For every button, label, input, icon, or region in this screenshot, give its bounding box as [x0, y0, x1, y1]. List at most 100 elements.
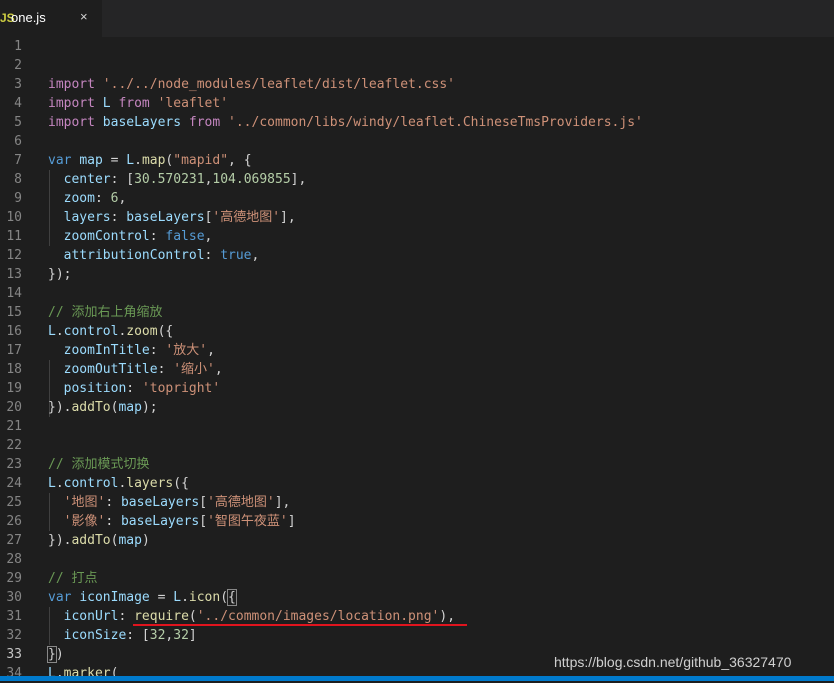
code-token: map	[141, 153, 166, 168]
code-line[interactable]: 22	[0, 436, 834, 455]
code-token: :	[105, 514, 121, 529]
code-line[interactable]: 32 iconSize: [32,32]	[0, 626, 834, 645]
code-line[interactable]: 16 L.control.zoom({	[0, 322, 834, 341]
code-text: }).addTo(map)	[48, 531, 150, 550]
line-number: 16	[6, 324, 22, 339]
line-number: 11	[6, 229, 22, 244]
line-number: 21	[6, 419, 22, 434]
code-token: =	[102, 153, 127, 168]
line-number: 25	[6, 495, 22, 510]
code-line[interactable]: 8 center: [30.570231,104.069855],	[0, 170, 834, 189]
code-text: import '../../node_modules/leaflet/dist/…	[48, 75, 455, 94]
code-line[interactable]: 9 zoom: 6,	[0, 189, 834, 208]
code-line[interactable]: 3 import '../../node_modules/leaflet/dist…	[0, 75, 834, 94]
code-token: )	[55, 647, 64, 662]
code-token: baseLayers	[120, 495, 200, 510]
line-number: 4	[14, 96, 22, 111]
close-icon[interactable]: ×	[80, 9, 88, 24]
line-number: 1	[14, 39, 22, 54]
code-line[interactable]: 27}).addTo(map)	[0, 531, 834, 550]
line-number: 2	[14, 58, 22, 73]
code-token: :	[149, 343, 166, 358]
code-line[interactable]: 2	[0, 56, 834, 75]
line-number: 12	[6, 248, 22, 263]
code-token: from	[118, 96, 158, 111]
code-token: '缩小'	[173, 362, 215, 377]
code-token: // 添加模式切换	[48, 457, 150, 472]
code-text: zoom: 6,	[48, 189, 127, 208]
code-line[interactable]: 21	[0, 417, 834, 436]
code-line[interactable]: 26 '影像': baseLayers['智图午夜蓝']	[0, 512, 834, 531]
code-editor[interactable]: 1 2 3 import '../../node_modules/leaflet/di…	[0, 37, 834, 681]
code-token: :	[105, 495, 121, 510]
code-line[interactable]: 15 // 添加右上角缩放	[0, 303, 834, 322]
code-token: [	[199, 495, 208, 510]
code-text: position: 'topright'	[48, 379, 221, 398]
code-token: false	[165, 229, 205, 244]
code-token: ({	[157, 324, 174, 339]
code-line[interactable]: 29 // 打点	[0, 569, 834, 588]
code-line[interactable]: 4 import L from 'leaflet'	[0, 94, 834, 113]
code-token: import	[48, 115, 103, 130]
code-line[interactable]: 5 import baseLayers from '../common/libs/…	[0, 113, 834, 132]
code-token: zoomControl	[48, 229, 150, 244]
code-line[interactable]: 14	[0, 284, 834, 303]
code-token: 'leaflet'	[157, 96, 229, 111]
code-token: :	[157, 362, 174, 377]
code-token: baseLayers	[102, 115, 189, 130]
line-number: 29	[6, 571, 22, 586]
code-line[interactable]: 6	[0, 132, 834, 151]
code-token: from	[188, 115, 229, 130]
code-token: ),	[439, 609, 456, 624]
code-line[interactable]: 13});	[0, 265, 834, 284]
code-line[interactable]: 1	[0, 37, 834, 56]
code-line[interactable]: 12 attributionControl: true,	[0, 246, 834, 265]
code-token: L	[48, 476, 56, 491]
red-underline-annotation	[133, 624, 467, 626]
tab-one-js[interactable]: JS one.js ×	[0, 0, 102, 37]
code-token: icon	[188, 590, 221, 605]
code-token: iconSize	[48, 628, 127, 643]
code-token: L	[102, 96, 119, 111]
code-line[interactable]: 11 zoomControl: false,	[0, 227, 834, 246]
code-token: position	[48, 381, 127, 396]
line-number: 23	[6, 457, 22, 472]
code-token: '../common/libs/windy/leaflet.ChineseTms…	[228, 115, 643, 130]
code-token: .	[55, 324, 64, 339]
code-token: true	[220, 248, 252, 263]
code-text: // 添加模式切换	[48, 455, 149, 474]
code-line[interactable]: 19 position: 'topright'	[0, 379, 834, 398]
code-line[interactable]: 28	[0, 550, 834, 569]
code-line[interactable]: 7 var map = L.map("mapid", {	[0, 151, 834, 170]
line-number: 13	[6, 267, 22, 282]
code-line[interactable]: 10 layers: baseLayers['高德地图'],	[0, 208, 834, 227]
code-token: ,	[204, 229, 213, 244]
code-token: zoomOutTitle	[48, 362, 158, 377]
line-number: 30	[6, 590, 22, 605]
line-number: 28	[6, 552, 22, 567]
code-line[interactable]: 18 zoomOutTitle: '缩小',	[0, 360, 834, 379]
line-number: 14	[6, 286, 22, 301]
code-token: '智图午夜蓝'	[207, 514, 288, 529]
code-token: ],	[274, 495, 291, 510]
code-token: '高德地图'	[207, 495, 275, 510]
code-line[interactable]: 30 var iconImage = L.icon({	[0, 588, 834, 607]
line-number: 33	[6, 647, 22, 662]
code-line[interactable]: 23 // 添加模式切换	[0, 455, 834, 474]
code-line[interactable]: 25 '地图': baseLayers['高德地图'],	[0, 493, 834, 512]
code-line[interactable]: 17 zoomInTitle: '放大',	[0, 341, 834, 360]
code-token: 30.570231	[134, 172, 205, 187]
code-text: iconSize: [32,32]	[48, 626, 197, 645]
code-token: // 添加右上角缩放	[48, 305, 163, 320]
code-line[interactable]: 24 L.control.layers({	[0, 474, 834, 493]
code-line[interactable]: 20}).addTo(map);	[0, 398, 834, 417]
code-token: control	[63, 324, 119, 339]
code-token: }).	[48, 400, 72, 415]
code-token: }).	[48, 533, 72, 548]
code-token: )	[141, 533, 150, 548]
code-token: ,	[118, 191, 127, 206]
line-number: 9	[14, 191, 22, 206]
code-token: ,	[251, 248, 260, 263]
code-token: map	[118, 400, 142, 415]
